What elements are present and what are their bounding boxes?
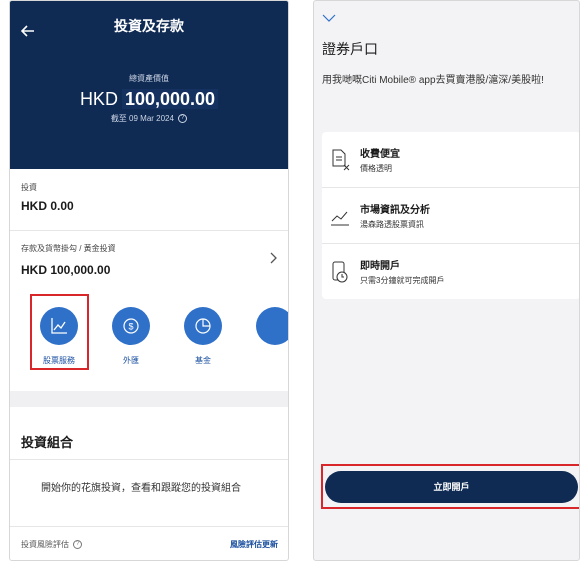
fund-shortcut[interactable]: 基金 bbox=[173, 301, 233, 366]
total-assets-label: 總資產價值 bbox=[129, 74, 169, 83]
shortcut-label: 外匯 bbox=[123, 356, 139, 365]
total-assets-currency: HKD bbox=[79, 89, 118, 109]
fund-pie-icon bbox=[184, 307, 222, 345]
as-of-date-text: 截至 09 Mar 2024 bbox=[110, 114, 174, 123]
feature-subtitle: 湯森路透股票資訊 bbox=[360, 220, 424, 229]
svg-text:$: $ bbox=[128, 322, 133, 332]
total-assets-header: 投資及存款 總資產價值 HKD 100,000.00 截至 09 Mar 2024… bbox=[10, 1, 288, 169]
total-assets-amount: 100,000.00 bbox=[121, 89, 219, 109]
total-assets-value: HKD 100,000.00 bbox=[10, 89, 288, 110]
fx-shortcut[interactable]: $ 外匯 bbox=[101, 301, 161, 366]
investment-label: 投資 bbox=[21, 183, 37, 192]
feature-title: 即時開戶 bbox=[360, 261, 400, 272]
as-of-date: 截至 09 Mar 2024 ? bbox=[10, 113, 288, 124]
service-shortcuts: 股票服務 $ 外匯 基金 bbox=[10, 301, 288, 375]
feature-subtitle: 只需3分鐘就可完成開戶 bbox=[360, 276, 445, 285]
open-account-button[interactable]: 立即開戶 bbox=[325, 471, 578, 503]
risk-assessment-label: 投資風險評估 ? bbox=[21, 539, 83, 550]
info-icon[interactable]: ? bbox=[178, 114, 188, 124]
portfolio-description: 開始你的花旗投資，查看和跟蹤您的投資組合 bbox=[41, 483, 241, 494]
intro-description: 用我哋嘅Citi Mobile® app去買賣港股/滬深/美股啦! bbox=[322, 75, 544, 86]
section-spacer bbox=[10, 391, 288, 407]
stock-chart-icon bbox=[40, 307, 78, 345]
page-title: 證券戶口 bbox=[322, 41, 378, 57]
chevron-down-icon[interactable] bbox=[322, 13, 336, 23]
more-shortcut[interactable] bbox=[245, 301, 288, 345]
divider bbox=[10, 230, 288, 231]
shortcut-label: 股票服務 bbox=[43, 356, 75, 365]
feature-title: 市場資訊及分析 bbox=[360, 205, 430, 216]
chevron-right-icon[interactable] bbox=[268, 251, 278, 265]
risk-assessment-update-link[interactable]: 風險評估更新 bbox=[230, 539, 278, 550]
divider bbox=[10, 526, 288, 527]
deposits-value: HKD 100,000.00 bbox=[21, 263, 111, 277]
deposits-label: 存款及貨幣掛勾 / 黃金投資 bbox=[21, 244, 116, 253]
risk-assessment-text: 投資風險評估 bbox=[21, 540, 69, 549]
portfolio-title: 投資組合 bbox=[21, 435, 74, 450]
partial-shortcut-icon bbox=[256, 307, 288, 345]
fee-document-icon bbox=[332, 149, 350, 171]
list-item: 即時開戶 只需3分鐘就可完成開戶 bbox=[322, 244, 579, 299]
divider bbox=[10, 459, 288, 460]
shortcut-label: 基金 bbox=[195, 356, 211, 365]
stock-services-shortcut[interactable]: 股票服務 bbox=[29, 301, 89, 366]
phone-clock-icon bbox=[332, 261, 348, 283]
list-item: 收費便宜 價格透明 bbox=[322, 132, 579, 188]
investments-screen: 投資及存款 總資產價值 HKD 100,000.00 截至 09 Mar 2024… bbox=[9, 0, 289, 561]
fx-icon: $ bbox=[112, 307, 150, 345]
investment-value: HKD 0.00 bbox=[21, 199, 74, 213]
securities-account-screen: 證券戶口 用我哋嘅Citi Mobile® app去買賣港股/滬深/美股啦! 收… bbox=[313, 0, 580, 561]
feature-subtitle: 價格透明 bbox=[360, 164, 392, 173]
feature-title: 收費便宜 bbox=[360, 149, 400, 160]
list-item: 市場資訊及分析 湯森路透股票資訊 bbox=[322, 188, 579, 244]
help-icon[interactable]: ? bbox=[73, 540, 83, 550]
feature-list: 收費便宜 價格透明 市場資訊及分析 湯森路透股票資訊 即時開戶 只需3分鐘就可完… bbox=[322, 132, 579, 299]
trend-chart-icon bbox=[331, 211, 349, 226]
page-title: 投資及存款 bbox=[114, 18, 184, 34]
